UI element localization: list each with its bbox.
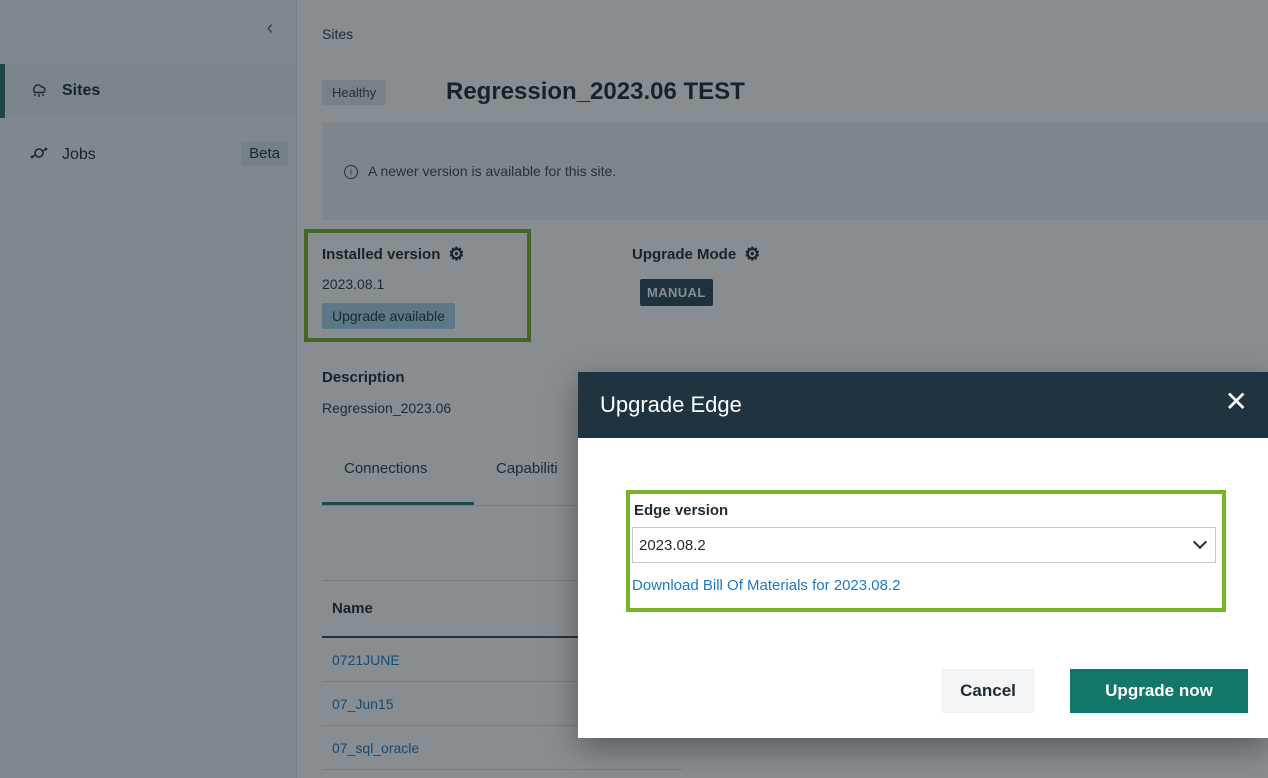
sidebar-item-label: Jobs bbox=[62, 146, 96, 163]
row-link[interactable]: 0721JUNE bbox=[332, 652, 400, 668]
upgrade-edge-dialog: Upgrade Edge ✕ Edge version 2023.08.2 Do… bbox=[578, 372, 1268, 738]
dialog-header: Upgrade Edge ✕ bbox=[578, 372, 1268, 438]
close-icon[interactable]: ✕ bbox=[1225, 388, 1248, 416]
description-value: Regression_2023.06 bbox=[322, 400, 452, 416]
row-link[interactable]: 07_Jun15 bbox=[332, 696, 394, 712]
tab-bar: Connections Capabiliti bbox=[322, 448, 622, 506]
upgrade-available-badge: Upgrade available bbox=[322, 303, 455, 329]
tab-capabilities[interactable]: Capabiliti bbox=[496, 460, 558, 477]
sidebar-item-jobs[interactable]: Jobs Beta bbox=[0, 130, 296, 180]
upgrade-now-button[interactable]: Upgrade now bbox=[1070, 669, 1248, 713]
gear-icon[interactable]: ⚙ bbox=[448, 244, 464, 265]
cancel-button[interactable]: Cancel bbox=[942, 669, 1034, 713]
column-header-name[interactable]: Name bbox=[332, 600, 373, 617]
status-badge: Healthy bbox=[322, 80, 387, 105]
installed-version-label-text: Installed version bbox=[322, 246, 441, 263]
sidebar-item-sites[interactable]: Sites bbox=[0, 64, 296, 118]
beta-badge: Beta bbox=[241, 141, 288, 166]
dialog-title: Upgrade Edge bbox=[600, 392, 742, 417]
sidebar: ‹ Sites Jobs Beta bbox=[0, 0, 297, 778]
sites-icon bbox=[30, 80, 62, 103]
sidebar-item-label: Sites bbox=[62, 82, 101, 99]
installed-version-label: Installed version ⚙ bbox=[322, 244, 465, 265]
info-banner-text: A newer version is available for this si… bbox=[368, 163, 617, 179]
upgrade-mode-badge: MANUAL bbox=[640, 279, 713, 306]
download-bom-link[interactable]: Download Bill Of Materials for 2023.08.2 bbox=[632, 577, 900, 594]
upgrade-mode-label-text: Upgrade Mode bbox=[632, 246, 737, 263]
gear-icon[interactable]: ⚙ bbox=[744, 244, 760, 265]
description-label: Description bbox=[322, 369, 405, 386]
installed-version-value: 2023.08.1 bbox=[322, 276, 385, 292]
edge-version-selected: 2023.08.2 bbox=[639, 537, 706, 554]
edge-version-select[interactable]: 2023.08.2 bbox=[632, 527, 1216, 563]
jobs-icon bbox=[30, 144, 62, 167]
edge-version-label: Edge version bbox=[634, 502, 729, 519]
upgrade-mode-label: Upgrade Mode ⚙ bbox=[632, 244, 760, 265]
info-banner: i A newer version is available for this s… bbox=[322, 122, 1268, 220]
info-banner-message: i A newer version is available for this s… bbox=[344, 163, 616, 179]
info-icon: i bbox=[344, 165, 358, 179]
breadcrumb[interactable]: Sites bbox=[322, 26, 353, 42]
page-title: Regression_2023.06 TEST bbox=[446, 78, 745, 105]
row-link[interactable]: 07_sql_oracle bbox=[332, 740, 419, 756]
app-root: ‹ Sites Jobs Beta Sites Healthy Regressi… bbox=[0, 0, 1268, 778]
chevron-down-icon bbox=[1192, 534, 1208, 550]
tab-connections[interactable]: Connections bbox=[344, 460, 427, 477]
collapse-sidebar-button[interactable]: ‹ bbox=[258, 16, 282, 40]
